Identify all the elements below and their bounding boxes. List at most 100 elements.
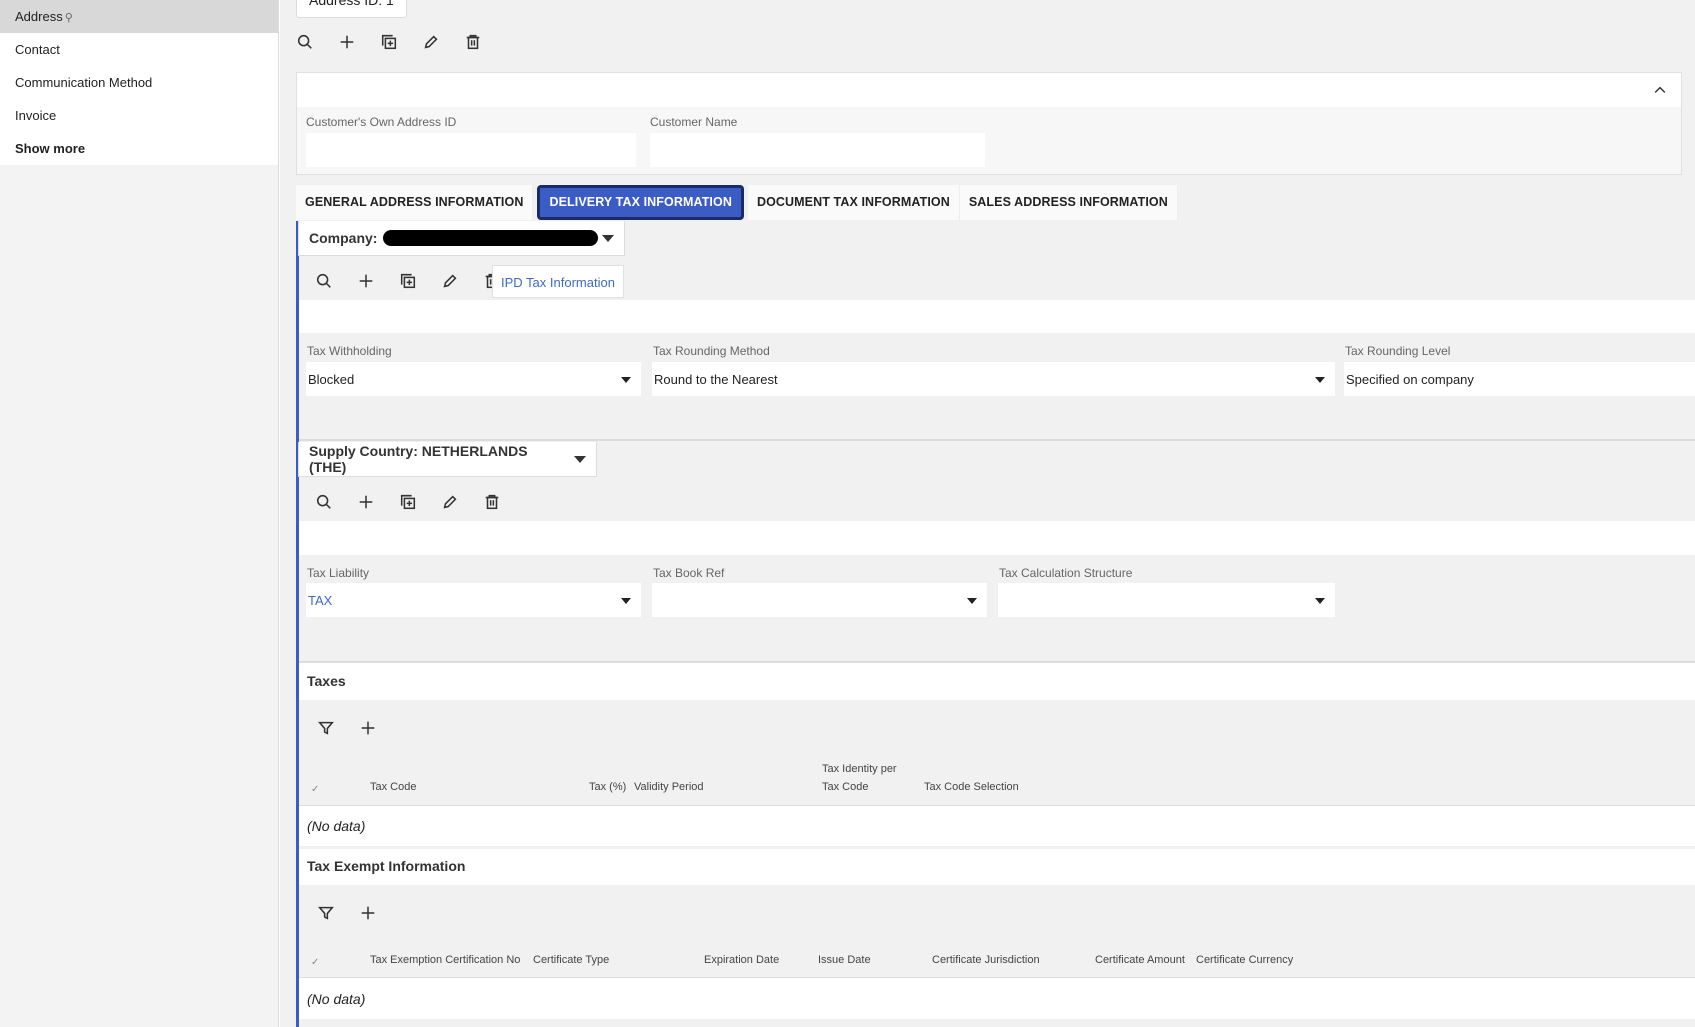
column-header-certificate-type[interactable]: Certificate Type — [533, 951, 609, 969]
tab-label: GENERAL ADDRESS INFORMATION — [305, 195, 524, 209]
sidebar-item-address[interactable]: Address ⚲ — [0, 0, 278, 33]
plus-icon — [340, 35, 354, 49]
delete-button[interactable] — [471, 486, 513, 518]
tax-exempt-title: Tax Exempt Information — [307, 858, 466, 874]
add-button[interactable] — [345, 265, 387, 297]
filter-icon — [318, 721, 334, 735]
search-icon — [316, 494, 331, 509]
company-selector[interactable]: Company: — [298, 221, 625, 256]
filter-button[interactable] — [305, 712, 347, 744]
taxes-empty-row — [299, 805, 1695, 846]
company-band — [299, 300, 1695, 333]
column-header-line: Tax Code — [822, 781, 869, 793]
sidebar-item-communication-method[interactable]: Communication Method — [0, 66, 278, 99]
taxes-header-band — [299, 663, 1695, 700]
tax-liability-value[interactable]: TAX — [308, 593, 332, 608]
tab-delivery-tax-information[interactable]: DELIVERY TAX INFORMATION — [537, 185, 744, 220]
column-header-tax-identity-per-tax-code[interactable]: Tax Identity per Tax Code — [822, 760, 897, 796]
tax-liability-label: Tax Liability — [307, 566, 370, 580]
customer-name-field[interactable] — [650, 133, 985, 167]
show-more-label: Show more — [15, 141, 86, 156]
tab-sales-address-information[interactable]: SALES ADDRESS INFORMATION — [959, 185, 1178, 220]
sidebar-item-label: Invoice — [15, 108, 57, 123]
plus-icon — [361, 906, 375, 920]
caret-down-icon — [602, 234, 614, 242]
edit-button[interactable] — [410, 26, 452, 58]
pencil-icon — [443, 495, 457, 509]
search-button[interactable] — [303, 265, 345, 297]
column-header-certificate-amount[interactable]: Certificate Amount — [1095, 951, 1185, 969]
tax-withholding-select[interactable]: Blocked — [306, 362, 641, 396]
own-address-id-label: Customer's Own Address ID — [306, 115, 457, 129]
company-label: Company: — [309, 230, 378, 246]
column-header-tax-code[interactable]: Tax Code — [370, 778, 416, 796]
duplicate-icon — [400, 273, 416, 289]
edit-button[interactable] — [429, 486, 471, 518]
select-all-checkbox[interactable]: ✓ — [311, 784, 319, 795]
duplicate-button[interactable] — [387, 265, 429, 297]
column-header-certificate-currency[interactable]: Certificate Currency — [1196, 951, 1293, 969]
main-panel: Address ID: 1 Customer's Own Address ID … — [280, 0, 1695, 1027]
column-header-tax-exemption-cert-no[interactable]: Tax Exemption Certification No — [370, 951, 520, 969]
edit-button[interactable] — [429, 265, 471, 297]
sidebar-item-label: Communication Method — [15, 75, 153, 90]
tax-calc-structure-select[interactable] — [998, 583, 1335, 617]
filter-button[interactable] — [305, 897, 347, 929]
add-button[interactable] — [326, 26, 368, 58]
plus-icon — [359, 495, 373, 509]
own-address-id-field[interactable] — [306, 133, 636, 167]
address-id-header: Address ID: 1 — [296, 0, 407, 18]
tab-document-tax-information[interactable]: DOCUMENT TAX INFORMATION — [747, 185, 960, 220]
tax-rounding-level-value: Specified on company — [1346, 371, 1474, 387]
search-button[interactable] — [284, 26, 326, 58]
address-header-card: Customer's Own Address ID Customer Name — [296, 72, 1682, 175]
tax-rounding-method-value: Round to the Nearest — [654, 371, 778, 387]
tab-bar: GENERAL ADDRESS INFORMATION DELIVERY TAX… — [296, 185, 1178, 220]
sidebar: Address ⚲ Contact Communication Method In… — [0, 0, 279, 1027]
tax-withholding-value: Blocked — [308, 371, 355, 387]
sidebar-item-contact[interactable]: Contact — [0, 33, 278, 66]
column-header-validity-period[interactable]: Validity Period — [634, 778, 704, 796]
search-button[interactable] — [303, 486, 345, 518]
supply-country-toolbar — [303, 486, 513, 518]
tax-rounding-method-select[interactable]: Round to the Nearest — [652, 362, 1335, 396]
ipd-button-label: IPD Tax Information — [501, 275, 615, 290]
duplicate-button[interactable] — [387, 486, 429, 518]
tax-exempt-toolbar — [305, 897, 389, 929]
tab-general-address-information[interactable]: GENERAL ADDRESS INFORMATION — [296, 185, 534, 220]
plus-icon — [361, 721, 375, 735]
pin-icon[interactable]: ⚲ — [65, 12, 73, 24]
column-header-certificate-jurisdiction[interactable]: Certificate Jurisdiction — [932, 951, 1040, 969]
duplicate-button[interactable] — [368, 26, 410, 58]
tab-label: DELIVERY TAX INFORMATION — [549, 195, 732, 209]
plus-icon — [359, 274, 373, 288]
tax-rounding-level-label: Tax Rounding Level — [1345, 344, 1451, 358]
column-header-tax-code-selection[interactable]: Tax Code Selection — [924, 778, 1019, 796]
tax-liability-select[interactable]: TAX — [306, 583, 641, 617]
tax-book-ref-select[interactable] — [652, 583, 987, 617]
column-header-tax-percent[interactable]: Tax (%) — [589, 778, 626, 796]
add-button[interactable] — [347, 712, 389, 744]
add-button[interactable] — [347, 897, 389, 929]
column-header-line: Tax Identity per — [822, 763, 897, 775]
collapse-button[interactable] — [1649, 79, 1671, 101]
sidebar-item-label: Contact — [15, 42, 60, 57]
tax-exempt-header-band — [299, 849, 1695, 885]
caret-down-icon — [1315, 377, 1325, 383]
taxes-title: Taxes — [307, 673, 346, 689]
tax-rounding-method-label: Tax Rounding Method — [653, 344, 770, 358]
caret-down-icon — [1315, 598, 1325, 604]
select-all-checkbox[interactable]: ✓ — [311, 957, 319, 968]
column-header-expiration-date[interactable]: Expiration Date — [704, 951, 779, 969]
caret-down-icon — [967, 598, 977, 604]
delete-button[interactable] — [452, 26, 494, 58]
sidebar-item-invoice[interactable]: Invoice — [0, 99, 278, 132]
column-header-issue-date[interactable]: Issue Date — [818, 951, 871, 969]
show-more-link[interactable]: Show more — [0, 132, 278, 165]
add-button[interactable] — [345, 486, 387, 518]
trash-icon — [466, 34, 480, 50]
trash-icon — [485, 494, 499, 510]
supply-country-selector[interactable]: Supply Country: NETHERLANDS (THE) — [298, 442, 597, 477]
ipd-tax-information-button[interactable]: IPD Tax Information — [492, 265, 624, 298]
sidebar-list: Address ⚲ Contact Communication Method In… — [0, 0, 278, 165]
